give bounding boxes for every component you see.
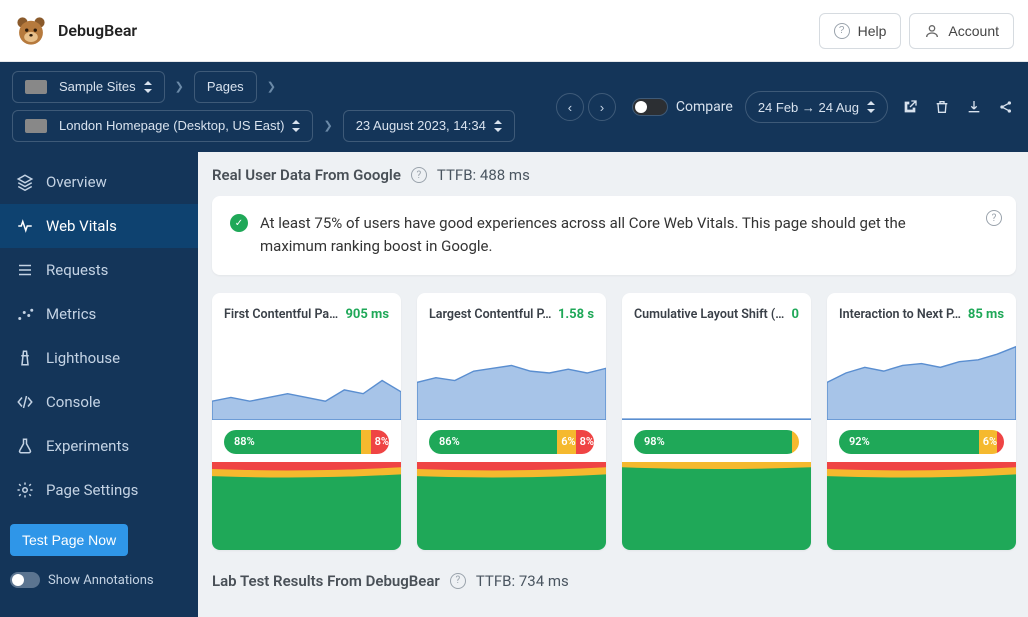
date-range-label: 24 Feb → 24 Aug <box>758 100 859 115</box>
chevron-right-icon: ❯ <box>263 80 280 93</box>
sidebar-item-label: Experiments <box>46 437 129 455</box>
download-icon[interactable] <box>964 97 984 117</box>
help-button[interactable]: ? Help <box>819 13 902 49</box>
section-title-lab: Lab Test Results From DebugBear <box>212 572 440 590</box>
notice-card: ✓ At least 75% of users have good experi… <box>212 196 1016 275</box>
breadcrumb-timestamp[interactable]: 23 August 2023, 14:34 <box>343 110 515 142</box>
sidebar-item-label: Page Settings <box>46 481 138 499</box>
account-button-label: Account <box>948 23 999 39</box>
open-external-icon[interactable] <box>900 97 920 117</box>
stacked-area-chart <box>622 462 811 550</box>
help-circle-icon[interactable]: ? <box>986 210 1002 226</box>
metric-value: 85 ms <box>968 307 1004 322</box>
sidebar-item-experiments[interactable]: Experiments <box>0 424 198 468</box>
nav-bar: Sample Sites ❯ Pages ❯ London Homepage (… <box>0 62 1028 152</box>
sidebar-item-label: Metrics <box>46 305 96 323</box>
sidebar: Overview Web Vitals Requests Metrics Lightho… <box>0 152 198 617</box>
prev-button[interactable]: ‹ <box>556 93 584 121</box>
bear-icon <box>14 14 48 48</box>
breadcrumb-page-label: London Homepage (Desktop, US East) <box>59 118 284 133</box>
annotations-label: Show Annotations <box>48 573 154 588</box>
notice-text: At least 75% of users have good experien… <box>260 212 998 259</box>
console-icon <box>16 393 34 411</box>
next-button[interactable]: › <box>588 93 616 121</box>
metric-title: First Contentful Pai… <box>224 307 339 322</box>
metric-value: 905 ms <box>345 307 389 322</box>
distribution-bar: 86%6%8% <box>429 430 594 454</box>
distribution-bar: 98% <box>634 430 799 454</box>
trash-icon[interactable] <box>932 97 952 117</box>
annotations-toggle[interactable] <box>10 572 40 588</box>
sparkline-chart <box>622 326 811 420</box>
nav-actions: ‹ › Compare 24 Feb → 24 Aug <box>556 91 1016 123</box>
sidebar-item-requests[interactable]: Requests <box>0 248 198 292</box>
site-thumb-icon <box>25 80 47 94</box>
list-icon <box>16 261 34 279</box>
main-content: Real User Data From Google ? TTFB: 488 m… <box>198 152 1028 617</box>
breadcrumb-pages[interactable]: Pages <box>194 71 257 103</box>
sidebar-item-label: Lighthouse <box>46 349 120 367</box>
compare-label: Compare <box>676 99 733 115</box>
distribution-bar: 88%8% <box>224 430 389 454</box>
metric-title: Largest Contentful P… <box>429 307 552 322</box>
section-title-real-user: Real User Data From Google <box>212 166 401 184</box>
metric-card[interactable]: Cumulative Layout Shift (… 0 98% <box>622 293 811 550</box>
brand-logo[interactable]: DebugBear <box>14 14 137 48</box>
metric-value: 0 <box>792 307 799 322</box>
sidebar-item-label: Overview <box>46 173 107 191</box>
help-button-label: Help <box>858 23 887 39</box>
page-thumb-icon <box>25 119 47 133</box>
gear-icon <box>16 481 34 499</box>
sidebar-item-label: Console <box>46 393 101 411</box>
stacked-area-chart <box>417 462 606 550</box>
share-icon[interactable] <box>996 97 1016 117</box>
flask-icon <box>16 437 34 455</box>
sparkline-chart <box>417 326 606 420</box>
metric-card[interactable]: Interaction to Next P… 85 ms 92%6% <box>827 293 1016 550</box>
breadcrumb-page[interactable]: London Homepage (Desktop, US East) <box>12 110 313 142</box>
breadcrumb-site-label: Sample Sites <box>59 79 136 94</box>
breadcrumb-pages-label: Pages <box>207 79 244 94</box>
sidebar-item-label: Requests <box>46 261 108 279</box>
metric-card[interactable]: First Contentful Pai… 905 ms 88%8% <box>212 293 401 550</box>
help-circle-icon[interactable]: ? <box>450 573 466 589</box>
breadcrumb-timestamp-label: 23 August 2023, 14:34 <box>356 118 486 133</box>
sparkline-chart <box>827 326 1016 420</box>
chevron-right-icon: ❯ <box>171 80 188 93</box>
sidebar-item-console[interactable]: Console <box>0 380 198 424</box>
user-icon <box>924 23 940 39</box>
distribution-bar: 92%6% <box>839 430 1004 454</box>
top-header: DebugBear ? Help Account <box>0 0 1028 62</box>
sidebar-item-metrics[interactable]: Metrics <box>0 292 198 336</box>
help-circle-icon: ? <box>834 23 850 39</box>
sidebar-item-web-vitals[interactable]: Web Vitals <box>0 204 198 248</box>
check-circle-icon: ✓ <box>230 214 248 232</box>
test-page-button[interactable]: Test Page Now <box>10 524 128 556</box>
stacked-area-chart <box>212 462 401 550</box>
ttfb-lab-value: TTFB: 734 ms <box>476 572 569 590</box>
breadcrumb-site[interactable]: Sample Sites <box>12 71 165 103</box>
help-circle-icon[interactable]: ? <box>411 167 427 183</box>
ttfb-value: TTFB: 488 ms <box>437 166 530 184</box>
lighthouse-icon <box>16 349 34 367</box>
vitals-icon <box>16 217 34 235</box>
metric-title: Interaction to Next P… <box>839 307 962 322</box>
metric-cards-row: First Contentful Pai… 905 ms 88%8% Largest … <box>212 293 1016 550</box>
sidebar-item-page-settings[interactable]: Page Settings <box>0 468 198 512</box>
account-button[interactable]: Account <box>909 13 1014 49</box>
sidebar-item-label: Web Vitals <box>46 217 117 235</box>
sidebar-item-overview[interactable]: Overview <box>0 160 198 204</box>
layers-icon <box>16 173 34 191</box>
brand-name: DebugBear <box>58 21 137 40</box>
chevron-right-icon: ❯ <box>319 119 336 132</box>
metric-title: Cumulative Layout Shift (… <box>634 307 786 322</box>
sidebar-item-lighthouse[interactable]: Lighthouse <box>0 336 198 380</box>
metrics-icon <box>16 305 34 323</box>
metric-value: 1.58 s <box>558 307 594 322</box>
metric-card[interactable]: Largest Contentful P… 1.58 s 86%6%8% <box>417 293 606 550</box>
compare-toggle[interactable] <box>632 98 668 116</box>
stacked-area-chart <box>827 462 1016 550</box>
date-range-picker[interactable]: 24 Feb → 24 Aug <box>745 91 888 123</box>
sparkline-chart <box>212 326 401 420</box>
